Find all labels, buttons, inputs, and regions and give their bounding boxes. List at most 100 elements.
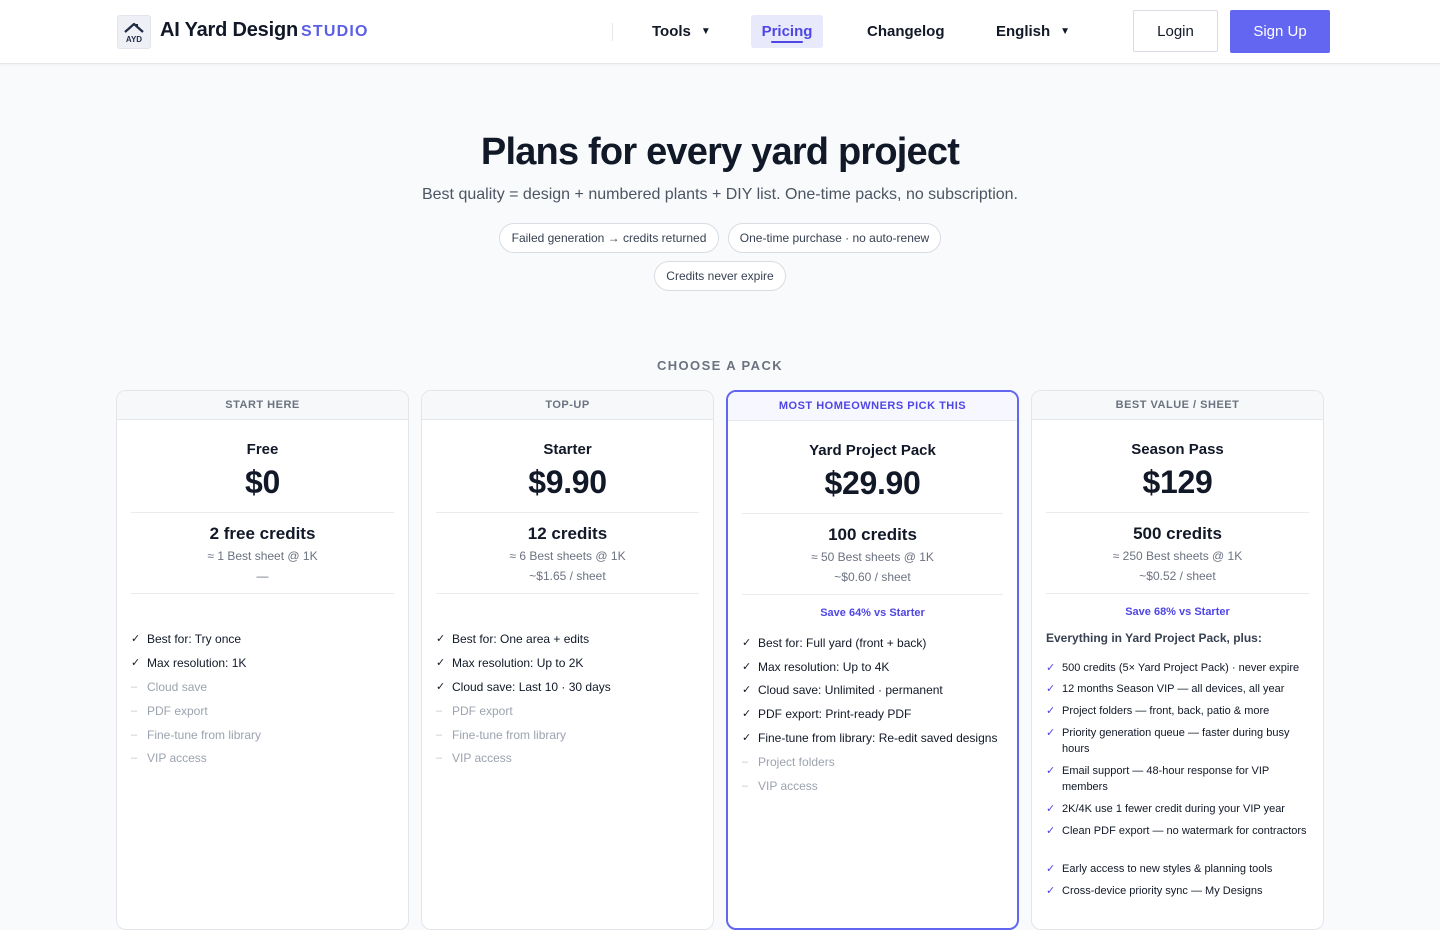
feature-item: – Project folders [742, 755, 835, 769]
logo-text: AYD [126, 35, 142, 44]
check-icon: ✓ [436, 657, 446, 669]
dash-icon: – [131, 681, 138, 693]
check-icon: ✓ [436, 681, 446, 693]
nav-tools-dropdown[interactable]: Tools ▼ [652, 15, 711, 48]
feature-item: ✓ Early access to new styles & planning t… [1046, 863, 1273, 875]
nav-tools-label: Tools [652, 23, 691, 40]
feature-item: – Cloud save [131, 680, 208, 694]
plan-name: Yard Project Pack [809, 442, 936, 459]
divider [436, 593, 699, 594]
feature-item: ✓ 2K/4K use 1 fewer credit during your VI… [1046, 803, 1285, 815]
plan-name: Free [246, 441, 279, 458]
signup-button[interactable]: Sign Up [1230, 10, 1330, 53]
plan-per-sheet: ~$0.60 / sheet [834, 570, 911, 584]
feature-item: ✓ Max resolution: Up to 4K [742, 660, 890, 674]
check-icon: ✓ [742, 684, 752, 696]
plan-price: $129 [1142, 464, 1213, 500]
page-subtitle: Best quality = design + numbered plants … [421, 186, 1018, 203]
language-select[interactable]: English ▼ [996, 15, 1070, 48]
house-logo-icon: AYD [124, 22, 144, 44]
dash-icon: – [131, 705, 138, 717]
check-icon: ✓ [1046, 803, 1056, 815]
nav-divider [612, 23, 613, 41]
check-icon: ✓ [742, 708, 752, 720]
feature-item: ✓ 500 credits (5× Yard Project Pack) · ne… [1046, 662, 1300, 674]
plan-card-free[interactable]: START HERE Free $0 2 free credits ≈ 1 Be… [116, 390, 409, 930]
dash-icon: – [436, 752, 443, 764]
plan-credits: 500 credits [1133, 524, 1222, 543]
top-navbar: AYD AI Yard Design STUDIO Tools ▼ Pricin… [0, 0, 1440, 64]
dash-icon: – [436, 729, 443, 741]
feature-item: – PDF export [131, 704, 208, 718]
brand-logo-icon[interactable]: AYD [117, 15, 151, 49]
check-icon: ✓ [131, 657, 141, 669]
brand-name[interactable]: AI Yard Design [160, 19, 298, 42]
plan-tag: BEST VALUE / SHEET [1032, 391, 1323, 420]
feature-item: ✓ Clean PDF export — no watermark for con… [1046, 825, 1307, 837]
feature-item: ✓ Max resolution: 1K [131, 656, 247, 670]
nav-changelog-link[interactable]: Changelog [867, 15, 945, 48]
divider [742, 513, 1003, 514]
feature-item: – VIP access [742, 779, 818, 793]
page-title: Plans for every yard project [480, 131, 960, 173]
dash-icon: – [131, 729, 138, 741]
nav-pricing-link[interactable]: Pricing [751, 15, 823, 48]
plan-tag: START HERE [117, 391, 408, 420]
badge-no-auto-renew: One-time purchase · no auto-renew [728, 223, 941, 253]
badge-credits-returned: Failed generation → credits returned [499, 223, 719, 253]
check-icon: ✓ [1046, 765, 1056, 777]
savings-label: Save 68% vs Starter [1125, 606, 1230, 618]
feature-item: – VIP access [436, 751, 512, 765]
divider [131, 593, 394, 594]
plan-card-starter[interactable]: TOP-UP Starter $9.90 12 credits ≈ 6 Best… [421, 390, 714, 930]
feature-item: ✓ Cross-device priority sync — My Designs [1046, 885, 1263, 897]
dash-icon: – [742, 756, 749, 768]
section-label: CHOOSE A PACK [656, 358, 784, 373]
nav-changelog-label: Changelog [867, 23, 945, 40]
plan-tag: MOST HOMEOWNERS PICK THIS [728, 392, 1017, 421]
feature-item: ✓ Email support — 48-hour response for VI… [1046, 765, 1270, 793]
dash-icon: – [436, 705, 443, 717]
plan-price: $0 [245, 464, 280, 500]
check-icon: ✓ [742, 732, 752, 744]
check-icon: ✓ [1046, 683, 1056, 695]
feature-item: ✓ Priority generation queue — faster duri… [1046, 727, 1290, 755]
plan-sheets: ≈ 1 Best sheet @ 1K [207, 549, 318, 563]
plan-card-yard-project-pack[interactable]: MOST HOMEOWNERS PICK THIS Yard Project P… [726, 390, 1019, 930]
divider [742, 594, 1003, 595]
divider [131, 512, 394, 513]
plus-heading: Everything in Yard Project Pack, plus: [1046, 631, 1262, 645]
login-button[interactable]: Login [1133, 10, 1218, 52]
check-icon: ✓ [1046, 825, 1056, 837]
feature-item: ✓ Cloud save: Last 10 · 30 days [436, 680, 611, 694]
brand-subtitle: STUDIO [301, 23, 369, 40]
caret-down-icon: ▼ [1060, 26, 1071, 37]
plan-credits: 12 credits [527, 524, 608, 543]
check-icon: ✓ [1046, 727, 1056, 739]
feature-item: ✓ Max resolution: Up to 2K [436, 656, 584, 670]
divider [1046, 512, 1309, 513]
plan-credits: 100 credits [828, 525, 917, 544]
check-icon: ✓ [436, 633, 446, 645]
plan-per-sheet: — [256, 569, 269, 583]
plan-name: Starter [543, 441, 592, 458]
feature-item: ✓ Best for: Full yard (front + back) [742, 636, 927, 650]
plan-sheets: ≈ 6 Best sheets @ 1K [509, 549, 626, 563]
plan-price: $29.90 [824, 465, 921, 501]
plan-price: $9.90 [528, 464, 607, 500]
plan-sheets: ≈ 50 Best sheets @ 1K [811, 550, 934, 564]
plan-per-sheet: ~$1.65 / sheet [529, 569, 606, 583]
caret-down-icon: ▼ [700, 26, 711, 37]
plan-credits: 2 free credits [209, 524, 316, 543]
language-label: English [996, 23, 1051, 40]
check-icon: ✓ [742, 637, 752, 649]
check-icon: ✓ [1046, 662, 1056, 674]
check-icon: ✓ [1046, 885, 1056, 897]
feature-item: ✓ Best for: Try once [131, 632, 242, 646]
feature-item: ✓ Cloud save: Unlimited · permanent [742, 683, 943, 697]
divider [436, 512, 699, 513]
plan-card-season-pass[interactable]: BEST VALUE / SHEET Season Pass $129 500 … [1031, 390, 1324, 930]
feature-item: – Fine-tune from library [436, 728, 567, 742]
feature-item: ✓ Fine-tune from library: Re-edit saved d… [742, 731, 998, 745]
plan-name: Season Pass [1131, 441, 1224, 458]
